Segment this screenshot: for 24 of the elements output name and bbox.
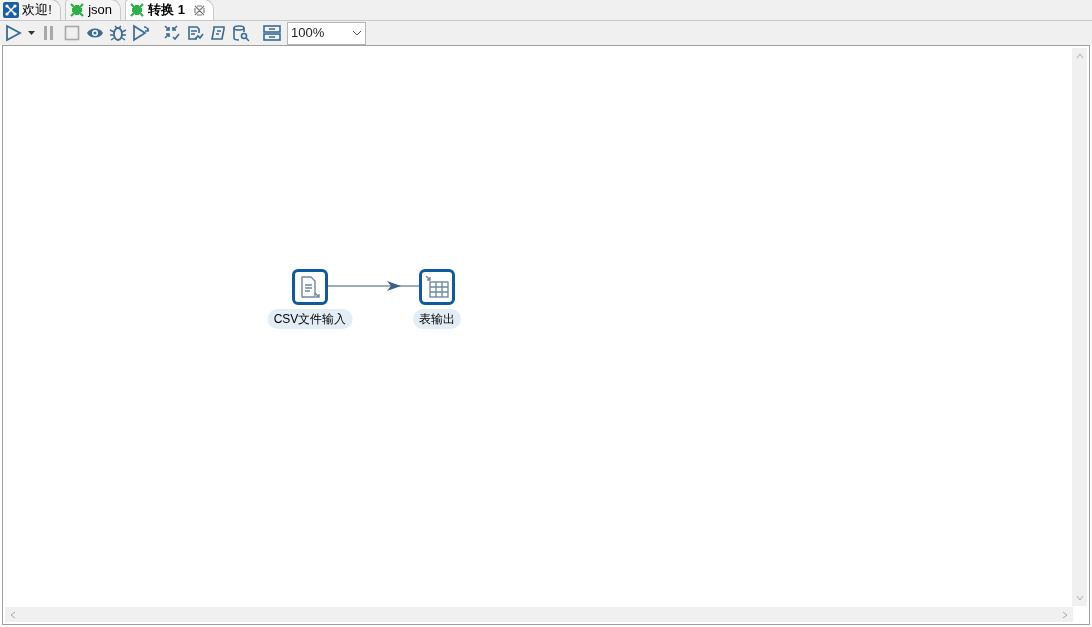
document-arrow-icon [298,275,322,299]
stop-icon [62,24,81,42]
close-icon[interactable] [194,4,206,16]
tab[interactable]: 转换 1 [125,0,215,20]
tab[interactable]: json [64,0,121,20]
step-label: 表输出 [413,309,461,329]
step-node[interactable] [419,269,455,305]
tab[interactable]: 欢迎! [0,0,61,20]
replay-icon [131,24,150,42]
bug-icon [108,24,127,42]
caret-icon [27,31,35,35]
table-arrow-icon [425,275,449,299]
step-node[interactable] [292,269,328,305]
database-search-icon [231,24,250,42]
chevron-down-icon [352,30,362,36]
layout-rows-icon [262,24,281,42]
step-label: CSV文件输入 [267,309,353,329]
play-icon [4,24,23,42]
hop-arrow[interactable] [328,280,419,292]
check-arrows-icon [162,24,181,42]
zoom-dropdown[interactable]: 100% [287,21,366,45]
document-chart-icon [185,24,204,42]
script-icon [208,24,227,42]
layout-rows-button[interactable] [260,22,283,44]
